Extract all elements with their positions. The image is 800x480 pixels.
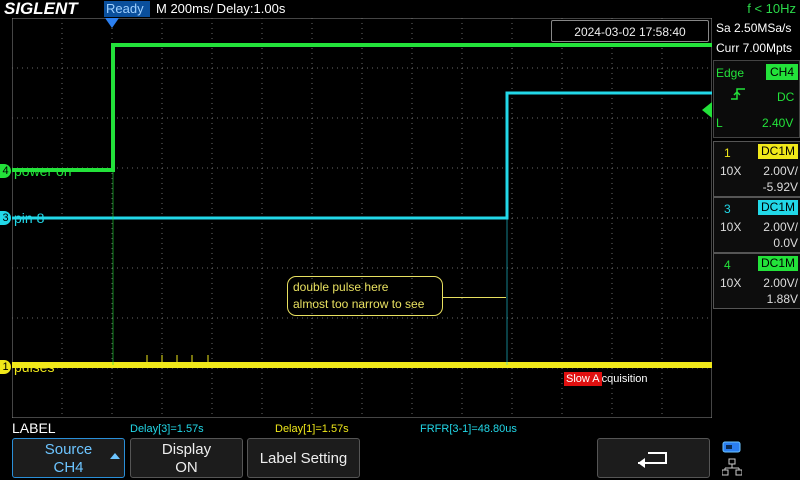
channel-1-scale: 2.00V/ (763, 164, 798, 178)
trigger-level-label: L (716, 116, 723, 130)
back-softkey[interactable] (597, 438, 710, 478)
channel-4-panel[interactable]: 4 DC1M 10X 2.00V/ 1.88V (713, 253, 800, 309)
channel-3-probe: 10X (720, 220, 742, 234)
slow-acquisition-suffix: cquisition (601, 373, 648, 385)
channel-4-coupling: DC1M (757, 256, 798, 271)
datetime-display: 2024-03-02 17:58:40 (551, 20, 709, 42)
channel-4-offset: 1.88V (766, 292, 798, 306)
trigger-coupling: DC (777, 90, 795, 104)
menu-title: LABEL (12, 420, 56, 436)
measurement-delay1: Delay[1]=1.57s (275, 423, 349, 435)
run-status-badge[interactable]: Ready (104, 1, 150, 17)
channel-1-probe: 10X (720, 164, 742, 178)
memory-depth: Curr 7.00Mpts (716, 41, 793, 55)
brand-logo: SIGLENT (4, 0, 78, 18)
channel-4-probe: 10X (720, 276, 742, 290)
rising-edge-icon (731, 88, 745, 100)
trigger-source: CH4 (766, 64, 799, 80)
channel-1-coupling: DC1M (757, 144, 798, 159)
channel-1-number: 1 (724, 146, 731, 160)
ch3-marker[interactable]: 3 (0, 211, 11, 225)
ch4-label-text: power on (14, 163, 72, 179)
channel-3-scale: 2.00V/ (763, 220, 798, 234)
chevron-up-icon (110, 453, 120, 459)
slow-acquisition-prefix: Slow A (564, 372, 602, 386)
waveform-display[interactable] (12, 18, 712, 418)
timebase-readout[interactable]: M 200ms/ Delay:1.00s (156, 0, 285, 18)
measurement-frfr: FRFR[3-1]=48.80us (420, 423, 517, 435)
return-arrow-icon (638, 452, 667, 468)
trigger-mode: Edge (716, 66, 745, 80)
channel-4-number: 4 (724, 258, 731, 272)
slow-acquisition-indicator: Slow Acquisition (564, 371, 648, 387)
ch1-label-text: pulses (14, 359, 55, 375)
source-softkey-value: CH4 (53, 459, 84, 476)
channel-3-coupling: DC1M (757, 200, 798, 215)
label-setting-softkey[interactable]: Label Setting (247, 438, 360, 478)
channel-1-offset: -5.92V (762, 180, 798, 194)
display-softkey-label: Display (161, 441, 212, 458)
network-icon[interactable] (722, 458, 742, 476)
display-softkey[interactable]: Display ON (130, 438, 243, 478)
channel-3-panel[interactable]: 3 DC1M 10X 2.00V/ 0.0V (713, 197, 800, 253)
annotation-note[interactable]: double pulse here almost too narrow to s… (287, 276, 443, 316)
frequency-counter: f < 10Hz (747, 1, 796, 16)
trigger-panel[interactable]: Edge CH4 DC L 2.40V (713, 60, 800, 138)
usb-storage-icon[interactable] (722, 441, 742, 453)
channel-3-number: 3 (724, 202, 731, 216)
label-setting-text: Label Setting (259, 450, 348, 467)
trigger-level-marker[interactable] (702, 102, 712, 118)
annotation-line-2: almost too narrow to see (293, 297, 425, 311)
source-softkey[interactable]: Source CH4 (12, 438, 125, 478)
channel-3-offset: 0.0V (773, 236, 798, 250)
annotation-line-1: double pulse here (293, 280, 389, 294)
ch4-marker[interactable]: 4 (0, 164, 11, 178)
trigger-position-marker[interactable] (105, 18, 119, 30)
measurement-delay3: Delay[3]=1.57s (130, 423, 204, 435)
source-softkey-label: Source (44, 441, 93, 458)
display-softkey-value: ON (175, 459, 198, 476)
sample-rate: Sa 2.50MSa/s (716, 21, 792, 35)
channel-1-panel[interactable]: 1 DC1M 10X 2.00V/ -5.92V (713, 141, 800, 197)
channel-4-scale: 2.00V/ (763, 276, 798, 290)
ch1-marker[interactable]: 1 (0, 360, 11, 374)
ch3-label-text: pin 8 (14, 210, 45, 226)
annotation-pointer (443, 297, 506, 298)
trigger-level: 2.40V (762, 116, 794, 130)
